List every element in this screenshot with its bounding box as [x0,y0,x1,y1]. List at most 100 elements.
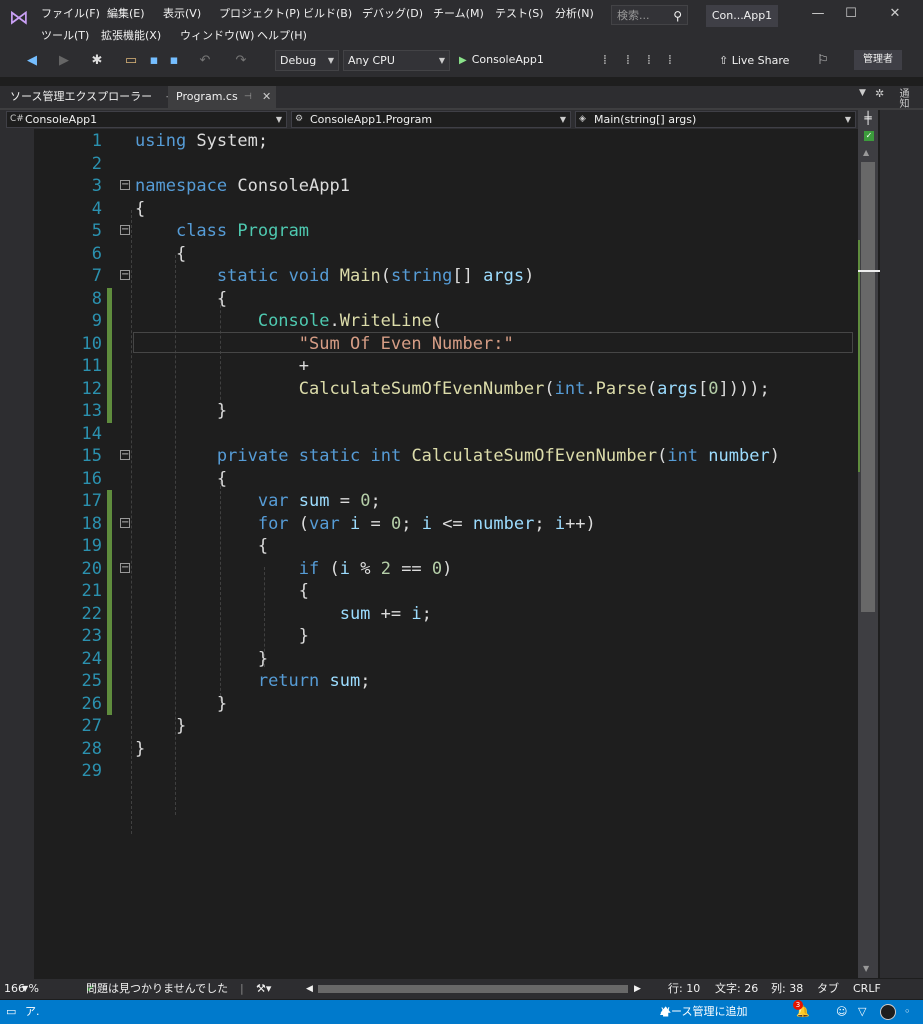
collapse-icon[interactable]: − [120,180,130,190]
tab-indicator[interactable]: タブ [817,979,839,999]
menu-view[interactable]: 表示(V) [163,5,201,21]
collapse-icon[interactable]: − [120,450,130,460]
undo-icon[interactable]: ↶ [197,53,213,69]
platform-select[interactable]: Any CPU ▼ [343,50,450,71]
feedback-icon[interactable]: ⚐ [815,53,831,69]
layout-icon[interactable]: ⁞ [597,53,613,69]
code-line[interactable]: 4{ [0,198,858,221]
menu-help[interactable]: ヘルプ(H) [257,27,307,43]
code-line[interactable]: 28} [0,738,858,761]
split-window-icon[interactable]: ╪ [858,110,878,127]
menu-extensions[interactable]: 拡張機能(X) [101,27,161,43]
gear-icon[interactable]: ✲ [875,87,884,100]
code-text[interactable]: } [135,693,227,716]
char-indicator[interactable]: 文字: 26 [715,979,758,999]
feedback-smile-icon[interactable]: ☺ [836,1000,847,1024]
code-line[interactable]: 10 "Sum Of Even Number:" [0,332,858,356]
code-text[interactable]: } [135,625,309,648]
code-text[interactable]: using System; [135,130,268,153]
scroll-left-arrow-icon[interactable]: ◀ [306,979,313,999]
code-text[interactable]: if (i % 2 == 0) [135,558,453,581]
code-line[interactable]: 24 } [0,647,858,671]
code-text[interactable]: + [135,355,309,378]
code-line[interactable]: 5 − class Program [0,220,858,243]
class-select[interactable]: ⚙ ConsoleApp1.Program ▼ [291,111,571,128]
code-line[interactable]: 23 } [0,625,858,648]
live-share-button[interactable]: ⇧ Live Share [719,54,789,67]
redo-icon[interactable]: ↷ [233,53,249,69]
scroll-up-arrow-icon[interactable]: ▲ [863,148,869,157]
code-text[interactable]: sum += i; [135,603,432,626]
collapse-icon[interactable]: − [120,225,130,235]
code-text[interactable]: } [135,738,145,761]
code-line[interactable]: 18 − for (var i = 0; i <= number; i++) [0,512,858,536]
start-debug-button[interactable]: ▶ ConsoleApp1 [459,53,544,66]
pin-icon[interactable]: ⊣ [244,86,252,108]
code-line[interactable]: 3 − namespace ConsoleApp1 [0,175,858,198]
code-text[interactable]: "Sum Of Even Number:" [135,333,514,356]
eol-indicator[interactable]: CRLF [853,979,881,999]
code-line[interactable]: 27 } [0,715,858,738]
notifications-side-tab[interactable]: 通知 [895,88,910,108]
code-text[interactable]: { [135,243,186,266]
collapse-icon[interactable]: − [120,270,130,280]
code-line[interactable]: 21 { [0,580,858,603]
code-text[interactable]: } [135,715,186,738]
code-line[interactable]: 8 { [0,287,858,310]
back-icon[interactable]: ◀ [24,53,40,69]
code-line[interactable]: 1 using System; [0,130,858,153]
code-line[interactable]: 13 } [0,400,858,423]
code-line[interactable]: 15 − private static int CalculateSumOfEve… [0,445,858,468]
code-line[interactable]: 7 − static void Main(string[] args) [0,265,858,288]
code-text[interactable]: { [135,580,309,603]
code-line[interactable]: 29 [0,760,858,783]
cleanup-brush-icon[interactable]: ⚒▾ [256,979,271,999]
code-text[interactable]: { [135,198,145,221]
new-item-icon[interactable]: ✱ [89,53,105,69]
layout-icon[interactable]: ⁞ [620,53,636,69]
code-text[interactable]: { [135,535,268,558]
code-text[interactable]: } [135,648,268,671]
vertical-scrollbar[interactable] [858,110,888,978]
line-indicator[interactable]: 行: 10 [668,979,700,999]
code-text[interactable]: for (var i = 0; i <= number; i++) [135,513,596,536]
code-text[interactable]: Console.WriteLine( [135,310,442,333]
code-line[interactable]: 16 { [0,468,858,491]
code-editor[interactable]: 1 using System; 2 3− namespace ConsoleApp1 4{… [0,129,858,979]
code-text[interactable]: return sum; [135,670,371,693]
code-line[interactable]: 17 var sum = 0; [0,490,858,513]
column-indicator[interactable]: 列: 38 [771,979,803,999]
more-icon[interactable]: ◦ [904,1000,911,1024]
tab-list-dropdown-icon[interactable]: ▼ [859,88,866,98]
avatar[interactable] [880,1004,896,1020]
maximize-button[interactable]: ☐ [841,6,861,21]
menu-tools[interactable]: ツール(T) [41,27,89,43]
project-select[interactable]: C# ConsoleApp1 ▼ [6,111,287,128]
search-box[interactable]: 検索... ⚲ [611,5,688,25]
menu-edit[interactable]: 編集(E) [107,5,145,21]
code-text[interactable]: namespace ConsoleApp1 [135,175,350,198]
code-text[interactable]: private static int CalculateSumOfEvenNum… [135,445,780,468]
code-line[interactable]: 19 { [0,535,858,558]
menu-build[interactable]: ビルド(B) [303,5,352,21]
collapse-icon[interactable]: − [120,562,130,573]
code-line[interactable]: 12 CalculateSumOfEvenNumber(int.Parse(ar… [0,377,858,400]
horizontal-scrollbar-thumb[interactable] [318,985,628,993]
menu-window[interactable]: ウィンドウ(W) [180,27,254,43]
minimize-button[interactable]: — [808,6,828,21]
menu-debug[interactable]: デバッグ(D) [362,5,423,21]
tab-source-control-explorer[interactable]: ソース管理エクスプローラー ⊣ [2,86,181,108]
close-icon[interactable]: ✕ [262,86,271,108]
layout-icon[interactable]: ⁞ [641,53,657,69]
save-all-icon[interactable]: ▪ [166,53,182,69]
scrollbar-thumb[interactable] [861,162,875,612]
code-line[interactable]: 22 sum += i; [0,602,858,626]
menu-project[interactable]: プロジェクト(P) [219,5,300,21]
menu-file[interactable]: ファイル(F) [41,5,100,21]
code-text[interactable]: { [135,468,227,491]
save-icon[interactable]: ▪ [146,53,162,69]
open-folder-icon[interactable]: ▭ [123,53,139,69]
code-line[interactable]: 26 } [0,692,858,716]
member-select[interactable]: ◈ Main(string[] args) ▼ [575,111,856,128]
code-line[interactable]: 25 return sum; [0,670,858,693]
